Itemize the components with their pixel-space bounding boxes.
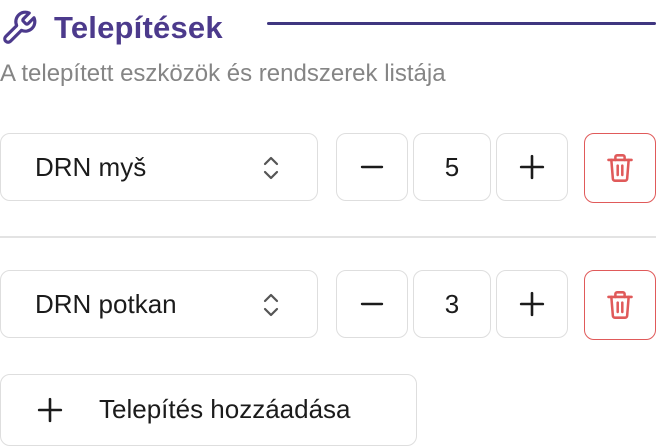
trash-icon	[607, 291, 633, 319]
page-title: Telepítések	[54, 10, 223, 45]
installation-row: DRN myš 5	[0, 133, 656, 205]
add-installation-label: Telepítés hozzáadása	[99, 394, 351, 424]
increment-button[interactable]	[496, 270, 568, 338]
device-select-value: DRN potkan	[35, 288, 177, 319]
plus-icon	[37, 397, 63, 423]
decrement-button[interactable]	[336, 133, 408, 201]
page-subtitle: A telepített eszközök és rendszerek list…	[0, 60, 446, 87]
minus-icon	[360, 302, 384, 306]
device-select[interactable]: DRN myš	[0, 133, 318, 201]
add-installation-button[interactable]: Telepítés hozzáadása	[0, 374, 417, 446]
plus-icon	[519, 291, 545, 317]
wrench-icon	[0, 6, 44, 50]
decrement-button[interactable]	[336, 270, 408, 338]
device-select[interactable]: DRN potkan	[0, 270, 318, 338]
plus-icon	[519, 154, 545, 180]
installation-row: DRN potkan 3	[0, 270, 656, 342]
increment-button[interactable]	[496, 133, 568, 201]
delete-button[interactable]	[584, 133, 656, 203]
device-select-value: DRN myš	[35, 151, 147, 182]
trash-icon	[607, 154, 633, 182]
quantity-field[interactable]: 5	[413, 133, 491, 201]
title-underline	[267, 22, 656, 25]
row-divider	[0, 236, 656, 238]
minus-icon	[360, 165, 384, 169]
chevron-up-down-icon	[263, 156, 279, 180]
chevron-up-down-icon	[263, 293, 279, 317]
quantity-field[interactable]: 3	[413, 270, 491, 338]
section-header: Telepítések	[0, 6, 656, 50]
delete-button[interactable]	[584, 270, 656, 340]
